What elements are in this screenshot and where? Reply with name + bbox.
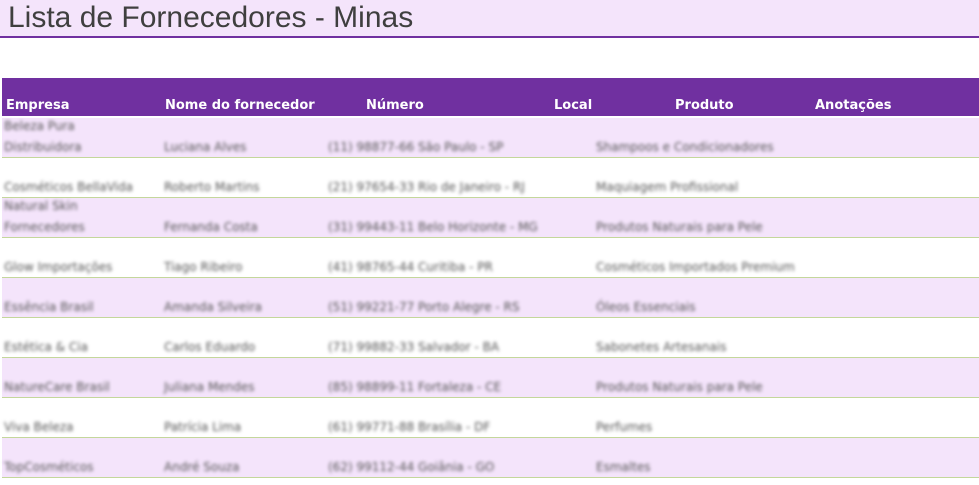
cell-produto[interactable]: Sabonetes Artesanais bbox=[596, 340, 726, 354]
header-anotacoes[interactable]: Anotações bbox=[815, 98, 891, 113]
cell-nome[interactable]: Patrícia Lima bbox=[164, 420, 241, 434]
header-produto[interactable]: Produto bbox=[675, 98, 734, 113]
table-row[interactable]: Glow Importações Tiago Ribeiro (41) 9876… bbox=[2, 238, 979, 278]
header-nome[interactable]: Nome do fornecedor bbox=[165, 98, 315, 113]
table-row[interactable]: Viva Beleza Patrícia Lima (61) 99771-88 … bbox=[2, 398, 979, 438]
cell-produto[interactable]: Óleos Essenciais bbox=[596, 300, 696, 314]
cell-nome[interactable]: Amanda Silveira bbox=[164, 300, 262, 314]
cell-empresa[interactable]: Cosméticos BellaVida bbox=[4, 180, 154, 194]
header-empresa[interactable]: Empresa bbox=[6, 98, 69, 113]
cell-numero-local[interactable]: (41) 98765-44 Curitiba - PR bbox=[328, 260, 493, 274]
cell-produto[interactable]: Produtos Naturais para Pele bbox=[596, 220, 763, 234]
cell-nome[interactable]: André Souza bbox=[164, 460, 240, 474]
cell-numero-local[interactable]: (21) 97654-33 Rio de Janeiro - RJ bbox=[328, 180, 525, 194]
table-row[interactable]: TopCosméticos André Souza (62) 99112-44 … bbox=[2, 438, 979, 478]
cell-numero-local[interactable]: (85) 98899-11 Fortaleza - CE bbox=[328, 380, 501, 394]
cell-empresa[interactable]: Natural Skin bbox=[4, 199, 154, 213]
sheet-title: Lista de Fornecedores - Minas bbox=[8, 1, 414, 34]
cell-produto[interactable]: Maquiagem Profissional bbox=[596, 180, 738, 194]
cell-produto[interactable]: Shampoos e Condicionadores bbox=[596, 140, 774, 154]
cell-empresa[interactable]: TopCosméticos bbox=[4, 460, 154, 474]
cell-nome[interactable]: Tiago Ribeiro bbox=[164, 260, 242, 274]
cell-numero-local[interactable]: (51) 99221-77 Porto Alegre - RS bbox=[328, 300, 520, 314]
table-header: Empresa Nome do fornecedor Número Local … bbox=[2, 78, 979, 116]
cell-numero-local[interactable]: (11) 98877-66 São Paulo - SP bbox=[328, 140, 503, 154]
cell-empresa[interactable]: Viva Beleza bbox=[4, 420, 154, 434]
title-rule bbox=[0, 36, 979, 38]
table-row[interactable]: NatureCare Brasil Juliana Mendes (85) 98… bbox=[2, 358, 979, 398]
cell-produto[interactable]: Esmaltes bbox=[596, 460, 651, 474]
cell-empresa[interactable]: Glow Importações bbox=[4, 260, 154, 274]
cell-produto[interactable]: Cosméticos Importados Premium bbox=[596, 260, 795, 274]
cell-numero-local[interactable]: (71) 99882-33 Salvador - BA bbox=[328, 340, 499, 354]
table-row[interactable]: Essência Brasil Amanda Silveira (51) 992… bbox=[2, 278, 979, 318]
cell-nome[interactable]: Luciana Alves bbox=[164, 140, 246, 154]
cell-nome[interactable]: Roberto Martins bbox=[164, 180, 259, 194]
cell-empresa[interactable]: Distribuidora bbox=[4, 140, 154, 154]
cell-empresa[interactable]: Estética & Cia bbox=[4, 340, 154, 354]
cell-produto[interactable]: Perfumes bbox=[596, 420, 652, 434]
cell-nome[interactable]: Juliana Mendes bbox=[164, 380, 255, 394]
table-row[interactable]: Cosméticos BellaVida Roberto Martins (21… bbox=[2, 158, 979, 198]
cell-empresa[interactable]: Essência Brasil bbox=[4, 300, 154, 314]
cell-numero-local[interactable]: (61) 99771-88 Brasília - DF bbox=[328, 420, 490, 434]
table-row[interactable]: Estética & Cia Carlos Eduardo (71) 99882… bbox=[2, 318, 979, 358]
table-row[interactable]: Natural Skin Fornecedores Fernanda Costa… bbox=[2, 198, 979, 238]
cell-numero-local[interactable]: (31) 99443-11 Belo Horizonte - MG bbox=[328, 220, 538, 234]
cell-nome[interactable]: Carlos Eduardo bbox=[164, 340, 255, 354]
cell-produto[interactable]: Produtos Naturais para Pele bbox=[596, 380, 763, 394]
header-numero[interactable]: Número bbox=[366, 98, 424, 113]
cell-numero-local[interactable]: (62) 99112-44 Goiânia - GO bbox=[328, 460, 494, 474]
header-local[interactable]: Local bbox=[554, 98, 592, 113]
cell-empresa[interactable]: Beleza Pura bbox=[4, 119, 154, 133]
cell-empresa[interactable]: Fornecedores bbox=[4, 220, 154, 234]
cell-nome[interactable]: Fernanda Costa bbox=[164, 220, 258, 234]
table-row[interactable]: Beleza Pura Distribuidora Luciana Alves … bbox=[2, 118, 979, 158]
cell-empresa[interactable]: NatureCare Brasil bbox=[4, 380, 154, 394]
